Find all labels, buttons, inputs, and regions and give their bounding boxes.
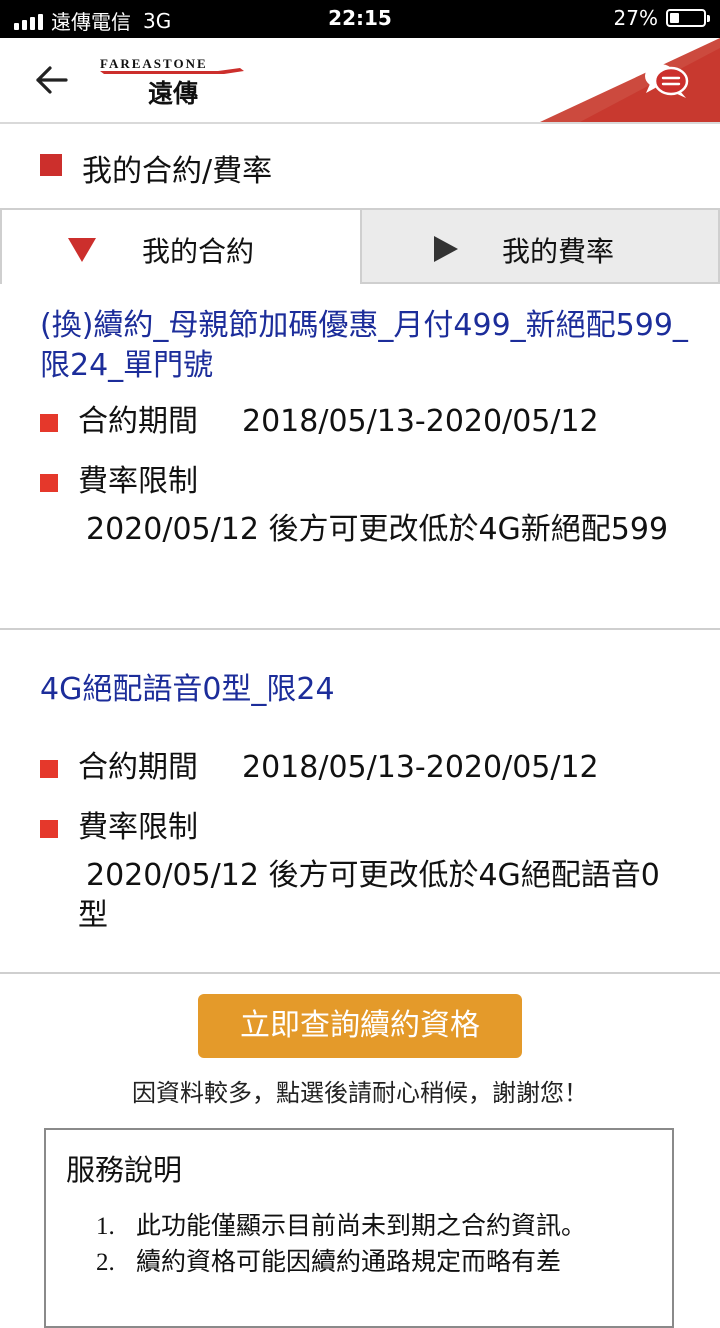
triangle-right-icon xyxy=(434,236,458,262)
period-value: 2018/05/13-2020/05/12 xyxy=(242,750,599,785)
tab-bar: 我的合約 我的費率 xyxy=(0,208,720,284)
tab-label: 我的費率 xyxy=(502,235,615,268)
restriction-label: 費率限制 xyxy=(78,464,198,499)
restriction-text: 2020/05/12 後方可更改低於4G新絕配599 xyxy=(86,512,669,547)
period-value: 2018/05/13-2020/05/12 xyxy=(242,404,599,439)
status-right: 27% xyxy=(613,6,710,30)
contract-card: (換)續約_母親節加碼優惠_月付499_新絕配599_限24_單門號 合約期間 … xyxy=(0,284,720,630)
service-title: 服務說明 xyxy=(66,1153,183,1187)
title-square-icon xyxy=(40,154,62,176)
rate-restriction-row: 費率限制 xyxy=(40,808,700,848)
page-title-row: 我的合約/費率 xyxy=(0,124,720,208)
contract-period-row: 合約期間 2018/05/13-2020/05/12 xyxy=(40,402,700,442)
logo-text-zh: 遠傳 xyxy=(148,79,199,108)
rate-restriction-row: 費率限制 xyxy=(40,462,700,502)
status-time: 22:15 xyxy=(328,6,392,30)
loading-notice: 因資料較多，點選後請耐心稍候，謝謝您！ xyxy=(132,1079,588,1107)
contract-card: 4G絕配語音0型_限24 合約期間 2018/05/13-2020/05/12 … xyxy=(0,630,720,974)
query-renewal-button[interactable]: 立即查詢續約資格 xyxy=(198,994,522,1058)
restriction-label: 費率限制 xyxy=(78,810,198,845)
tab-my-contract[interactable]: 我的合約 xyxy=(0,208,360,284)
triangle-down-icon xyxy=(68,238,96,262)
restriction-text: 2020/05/12 後方可更改低於4G絕配語音0型 xyxy=(78,858,660,933)
period-label: 合約期間 xyxy=(78,750,198,785)
fareastone-logo: FAREASTONE 遠傳 xyxy=(100,56,244,108)
chat-bubbles-icon[interactable] xyxy=(642,60,690,100)
contract-name: (換)續約_母親節加碼優惠_月付499_新絕配599_限24_單門號 xyxy=(40,308,688,383)
service-description-box: 服務說明 1. 此功能僅顯示目前尚未到期之合約資訊。 2. 續約資格可能因續約通路規… xyxy=(44,1128,674,1328)
page-title: 我的合約/費率 xyxy=(82,154,273,189)
battery-icon xyxy=(666,9,710,27)
battery-percent: 27% xyxy=(613,6,658,30)
bullet-square-icon xyxy=(40,760,58,778)
contract-period-row: 合約期間 2018/05/13-2020/05/12 xyxy=(40,748,700,788)
service-item: 1. 此功能僅顯示目前尚未到期之合約資訊。 xyxy=(96,1208,656,1245)
app-header: FAREASTONE 遠傳 xyxy=(0,38,720,124)
bullet-square-icon xyxy=(40,474,58,492)
service-item-text: 續約資格可能因續約通路規定而略有差 xyxy=(136,1247,562,1276)
bullet-square-icon xyxy=(40,414,58,432)
contract-name: 4G絕配語音0型_限24 xyxy=(40,672,335,707)
tab-my-rate[interactable]: 我的費率 xyxy=(360,208,720,284)
service-item-text: 此功能僅顯示目前尚未到期之合約資訊。 xyxy=(136,1211,587,1240)
service-item: 2. 續約資格可能因續約通路規定而略有差 xyxy=(96,1244,656,1281)
back-arrow-icon[interactable] xyxy=(34,62,70,98)
service-item-number: 1. xyxy=(96,1213,115,1240)
bullet-square-icon xyxy=(40,820,58,838)
status-bar: 遠傳電信 3G 22:15 27% xyxy=(0,0,720,38)
tab-label: 我的合約 xyxy=(142,235,255,268)
battery-fill xyxy=(670,13,679,23)
service-item-number: 2. xyxy=(96,1249,115,1276)
period-label: 合約期間 xyxy=(78,404,198,439)
